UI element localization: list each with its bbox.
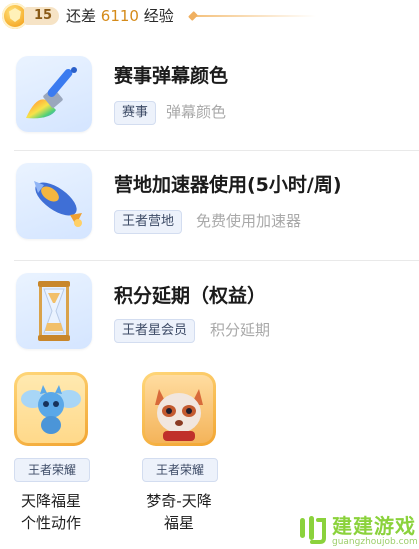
winged-cat-icon <box>17 375 85 443</box>
level-badge: 15 <box>2 3 60 29</box>
card-frame <box>14 372 88 446</box>
card-tag: 王者荣耀 <box>14 458 90 482</box>
card-name: 梦奇-天降 福星 <box>131 490 227 534</box>
hourglass-icon <box>16 273 92 349</box>
reward-card-action[interactable]: 王者荣耀 天降福星 个性动作 <box>11 372 121 547</box>
level-progress-bar: 15 还差 6110 经验 <box>0 0 419 34</box>
card-name-line2: 个性动作 <box>20 514 81 532</box>
benefit-item-points-extension[interactable]: 积分延期（权益） 王者星会员 积分延期 <box>0 261 419 379</box>
watermark: 建建游戏 guangzhoujob.com <box>298 514 419 549</box>
card-name-line1: 天降福星 <box>20 492 81 510</box>
watermark-logo-icon <box>298 514 326 544</box>
benefit-title: 积分延期（权益） <box>114 285 267 307</box>
watermark-url: guangzhoujob.com <box>332 537 418 547</box>
benefit-tag: 王者营地 <box>114 210 183 234</box>
card-name-line1: 梦奇-天降 <box>146 492 212 510</box>
level-number: 15 <box>24 7 60 25</box>
card-name-line2: 福星 <box>163 514 194 532</box>
card-frame <box>142 372 216 446</box>
benefit-desc: 积分延期 <box>210 321 271 339</box>
benefit-title: 营地加速器使用(5小时/周) <box>114 174 342 196</box>
benefit-item-danmu-color[interactable]: 赛事弹幕颜色 赛事 弹幕颜色 <box>0 40 419 158</box>
raccoon-hero-icon <box>145 375 213 443</box>
exp-prefix: 还差 <box>66 7 97 25</box>
card-name: 天降福星 个性动作 <box>3 490 99 534</box>
rocket-icon <box>16 163 92 239</box>
reward-card-skin[interactable]: 王者荣耀 梦奇-天降 福星 <box>139 372 249 547</box>
benefit-desc: 弹幕颜色 <box>166 103 227 121</box>
benefit-title: 赛事弹幕颜色 <box>114 65 229 87</box>
watermark-text: 建建游戏 <box>332 514 416 538</box>
benefit-tag: 王者星会员 <box>114 319 196 343</box>
exp-remaining-text: 还差 6110 经验 <box>66 6 174 26</box>
card-tag: 王者荣耀 <box>142 458 218 482</box>
exp-progress-line <box>192 15 316 17</box>
benefit-item-accelerator[interactable]: 营地加速器使用(5小时/周) 王者营地 免费使用加速器 <box>0 151 419 269</box>
benefit-tag: 赛事 <box>114 101 157 125</box>
paintbrush-icon <box>16 56 92 132</box>
exp-suffix: 经验 <box>143 7 174 25</box>
benefit-desc: 免费使用加速器 <box>196 212 302 230</box>
exp-value: 6110 <box>100 7 139 25</box>
